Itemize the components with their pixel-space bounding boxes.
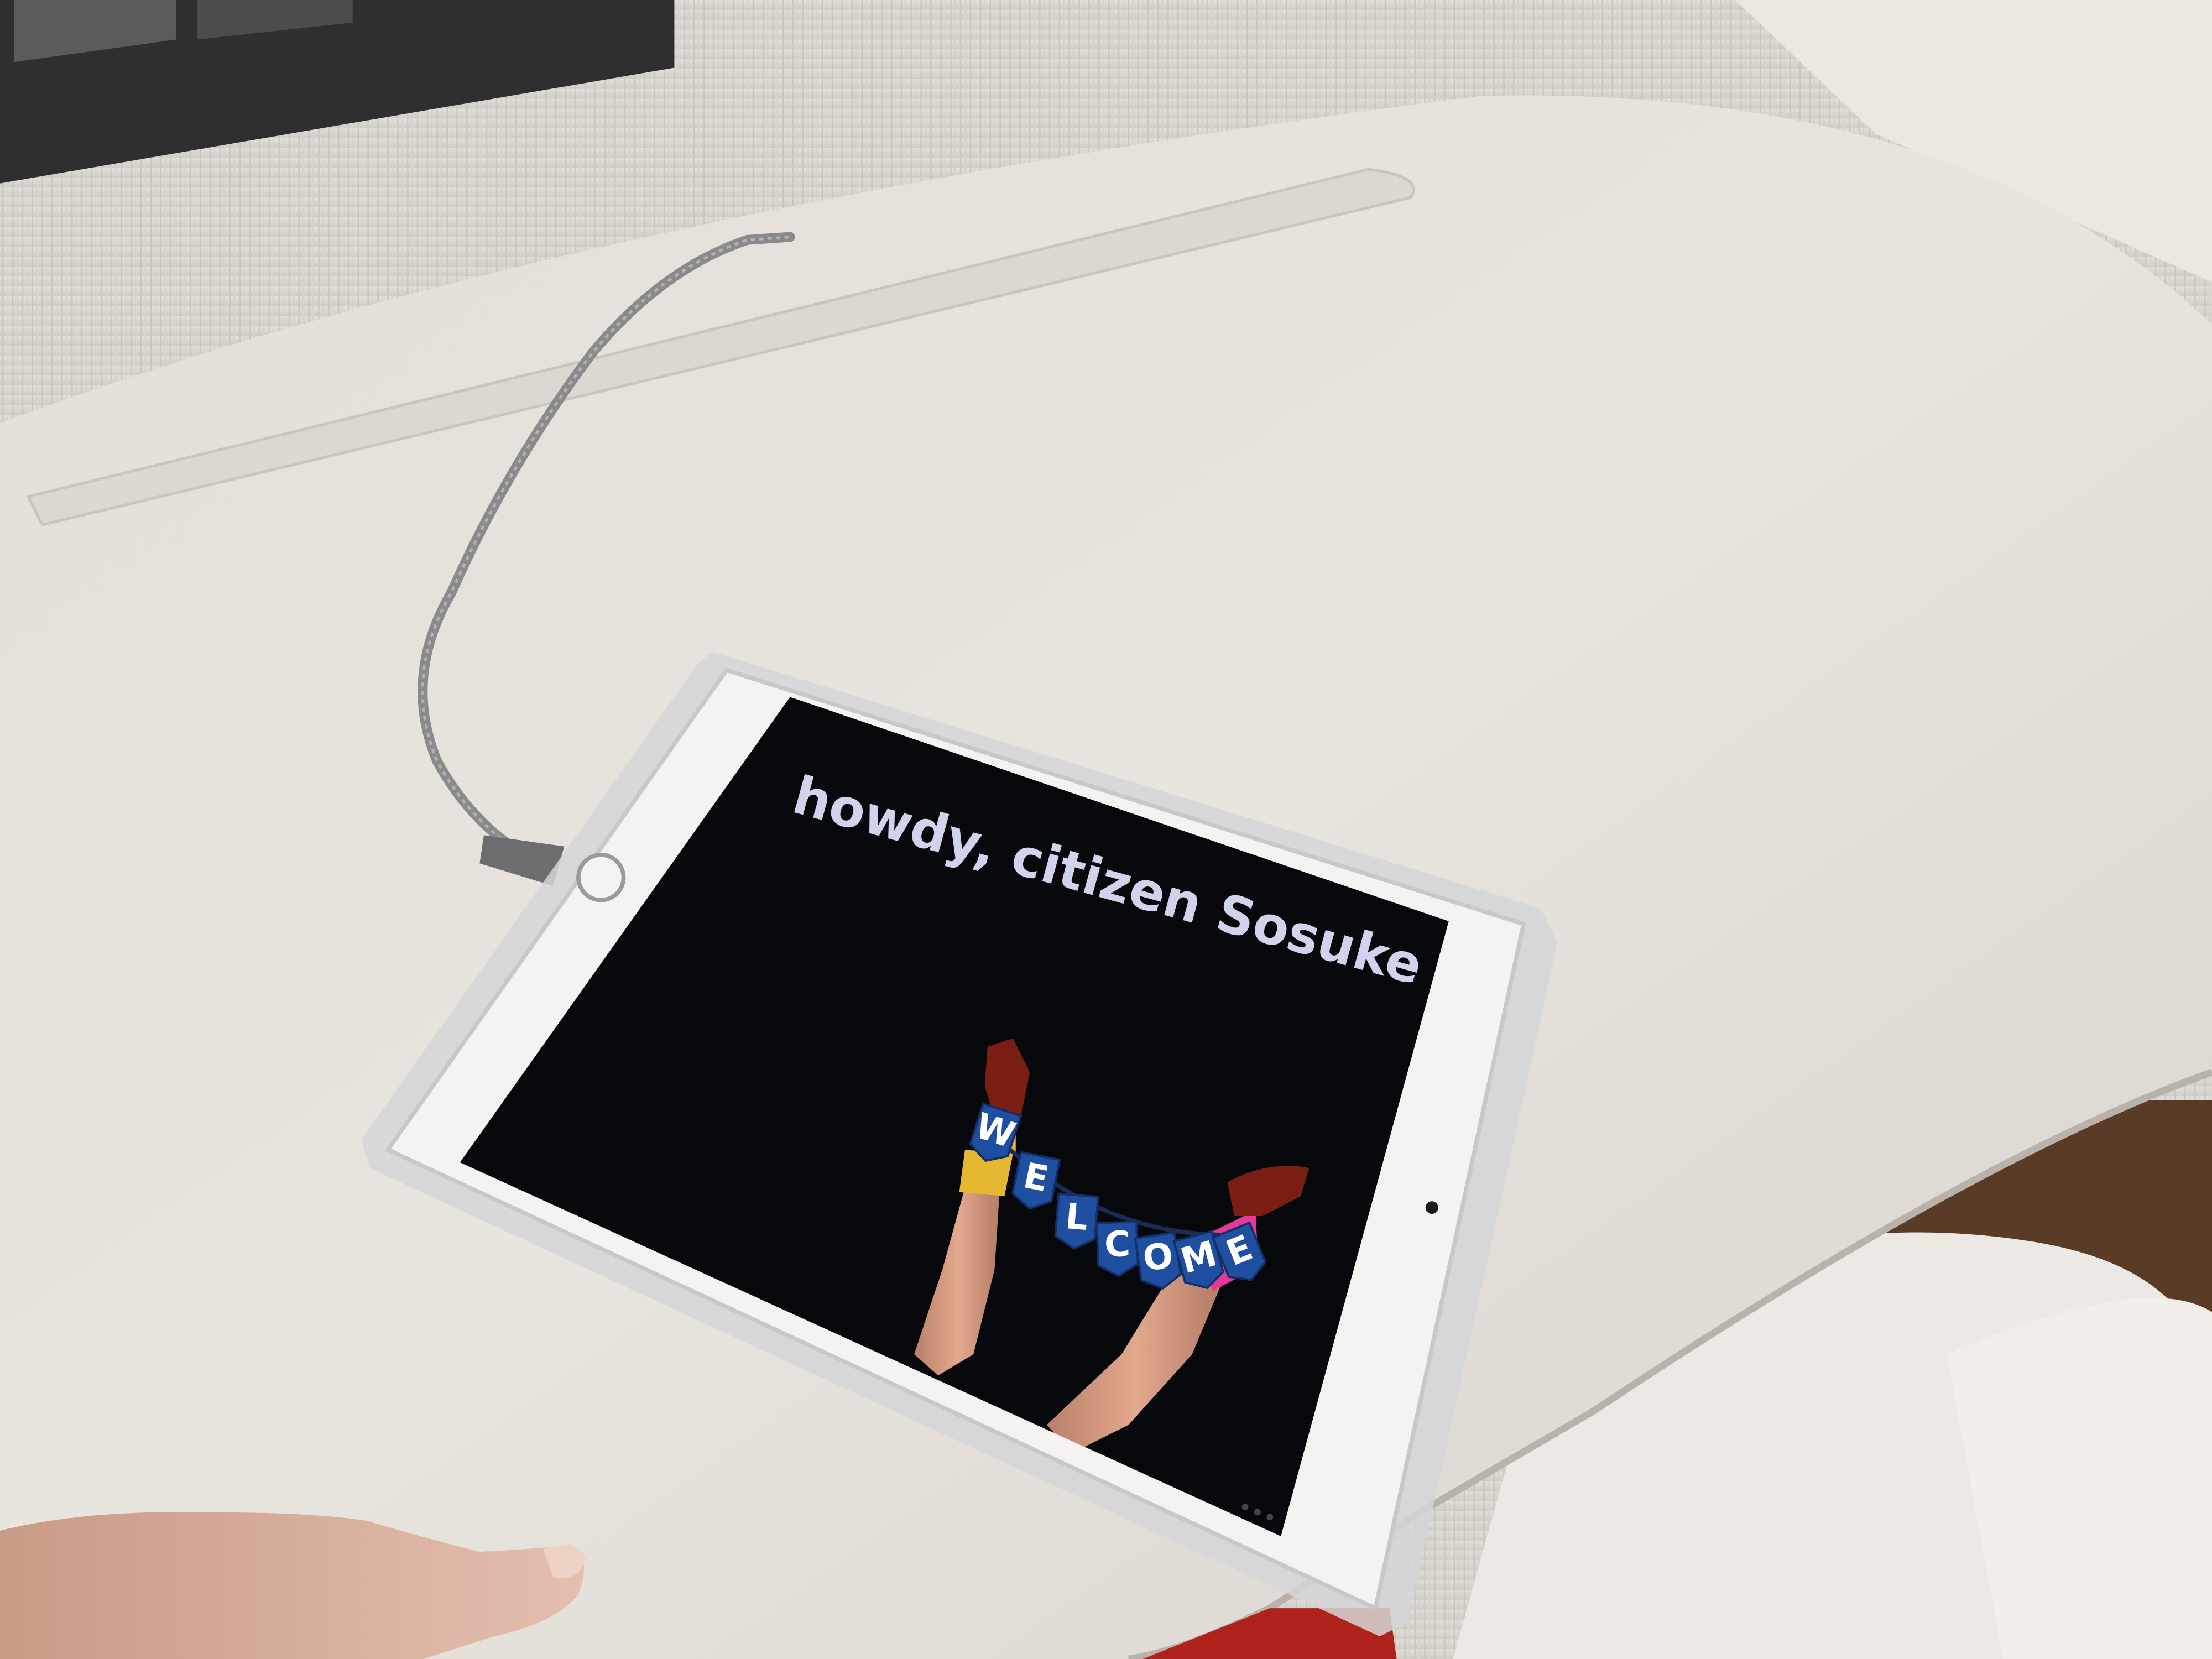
banner-letter: C [1104, 1224, 1131, 1266]
banner-flag: C [1095, 1220, 1139, 1277]
home-button[interactable] [576, 853, 626, 902]
banner-letter: O [1140, 1235, 1176, 1280]
home-button-icon[interactable] [576, 853, 626, 902]
photo-scene: WELC O M E ••• howdy, citizen Sosuke [0, 0, 2212, 1659]
banner-letter: L [1064, 1196, 1090, 1239]
camera-icon [1425, 1201, 1438, 1214]
